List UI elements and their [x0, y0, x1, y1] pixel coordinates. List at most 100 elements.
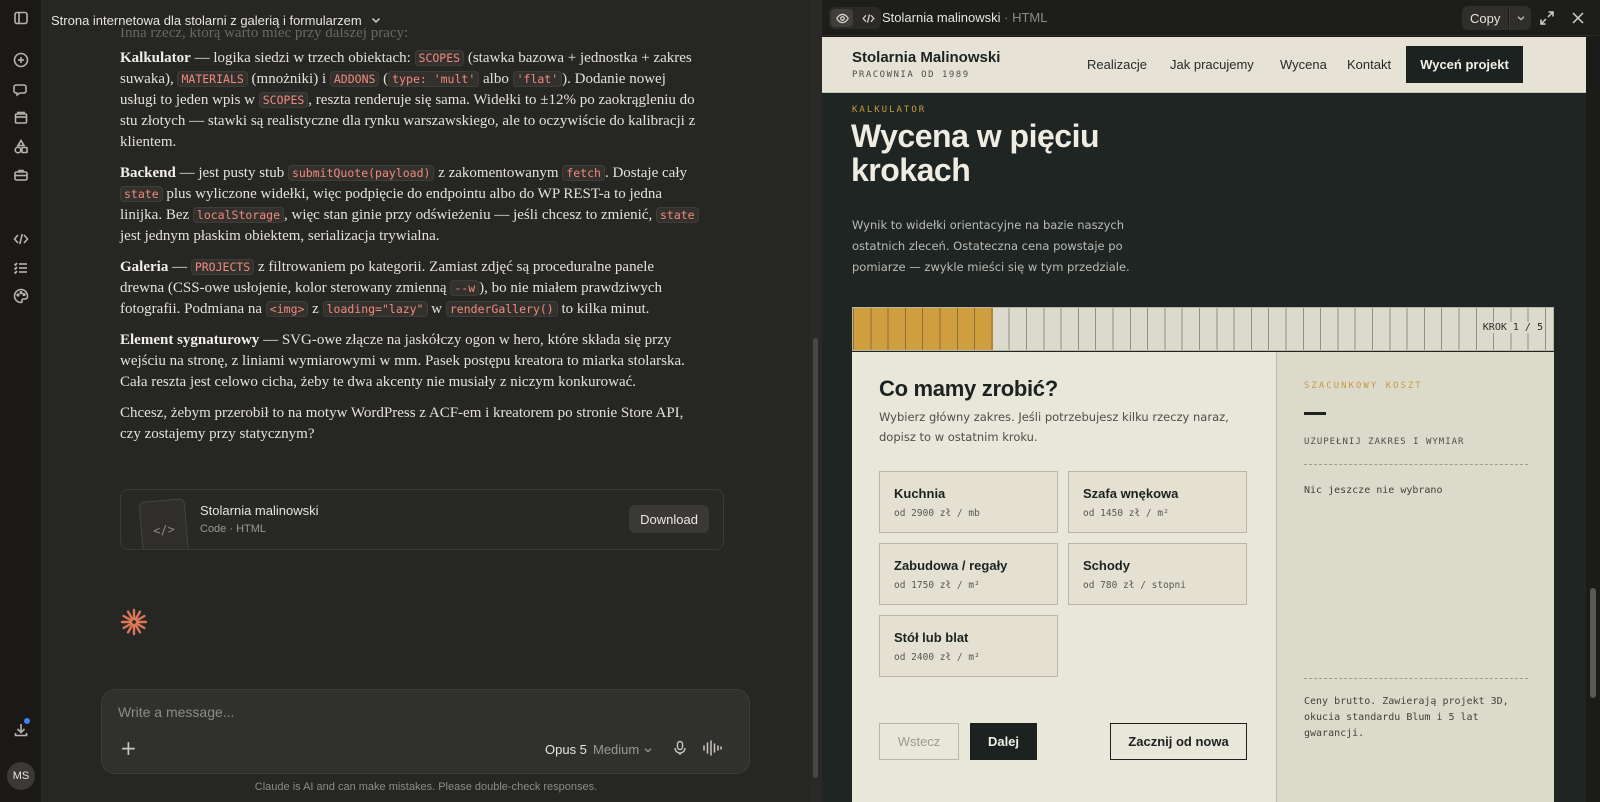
spark-icon [120, 608, 148, 636]
mic-icon[interactable] [672, 740, 688, 756]
artifacts-icon[interactable] [11, 137, 31, 157]
copy-button[interactable]: Copy [1462, 6, 1509, 30]
faded-line: Inna rzecz, którą warto mieć przy dalsze… [120, 28, 409, 40]
next-button[interactable]: Dalej [970, 723, 1037, 760]
tasks-icon[interactable] [11, 258, 31, 278]
section-title: Wycena w pięciu krokach [851, 118, 1100, 188]
option-zabudowa-regaly[interactable]: Zabudowa / regały od 1750 zł / m² [879, 543, 1058, 605]
download-button[interactable]: Download [629, 505, 709, 533]
paragraph-lead: Element sygnaturowy [120, 332, 260, 348]
option-name: Szafa wnękowa [1083, 486, 1179, 501]
option-name: Schody [1083, 558, 1130, 573]
tools-icon[interactable] [11, 165, 31, 185]
option-name: Stół lub blat [894, 630, 969, 645]
text-run: jest jednym płaskim obiektem, serializac… [120, 228, 440, 244]
option-price: od 1450 zł / m² [1083, 508, 1169, 519]
section-lead: Wynik to widełki orientacyjne na bazie n… [852, 218, 1130, 274]
message-paragraph: Galeria — PROJECTS z filtrowaniem po kat… [120, 257, 700, 320]
text-run: (mnożniki) i [247, 71, 330, 87]
estimate-kicker: SZACUNKOWY KOSZT [1304, 381, 1423, 391]
expand-icon[interactable] [1539, 10, 1555, 26]
inline-code: --w [450, 280, 480, 296]
option-schody[interactable]: Schody od 780 zł / stopni [1068, 543, 1247, 605]
paragraph-lead: Kalkulator [120, 50, 191, 66]
inline-code: renderGallery() [445, 301, 558, 317]
artifact-scrollbar[interactable] [1586, 37, 1600, 802]
text-run: — [168, 259, 191, 275]
file-meta: Code · HTML [200, 523, 267, 535]
projects-icon[interactable] [11, 108, 31, 128]
option-szafa-wnekowa[interactable]: Szafa wnękowa od 1450 zł / m² [1068, 471, 1247, 533]
effort-label: Medium [593, 742, 640, 757]
inline-code: SCOPES [258, 92, 309, 108]
code-view-toggle[interactable] [857, 9, 879, 27]
message-input[interactable] [118, 704, 518, 720]
artifact-name: Stolarnia malinowski [882, 10, 1001, 25]
site-brand[interactable]: Stolarnia Malinowski [852, 49, 1000, 66]
section-kicker: KALKULATOR [852, 105, 927, 115]
view-toggle [829, 7, 881, 29]
left-rail: MS [0, 0, 42, 802]
inline-code: fetch [562, 165, 605, 181]
effort-selector[interactable]: Medium [593, 742, 653, 757]
voice-icon[interactable] [702, 740, 722, 756]
preview-toggle[interactable] [831, 9, 853, 27]
new-chat-icon[interactable] [11, 50, 31, 70]
calculator-step: Co mamy zrobić? Wybierz główny zakres. J… [852, 352, 1276, 802]
step-counter: KROK 1 / 5 [1480, 322, 1545, 333]
quote-project-button[interactable]: Wyceń projekt [1406, 46, 1523, 83]
chevron-down-icon [1517, 16, 1524, 21]
chat-title-dropdown[interactable]: Strona internetowa dla stolarni z galeri… [51, 11, 382, 29]
artifact-file-card[interactable]: </> Stolarnia malinowski Code · HTML Dow… [120, 489, 724, 550]
copy-options-button[interactable] [1509, 6, 1531, 30]
text-run: ( [379, 71, 389, 87]
code-file-icon: </> [138, 498, 190, 549]
palette-icon[interactable] [11, 286, 31, 306]
text-run: . Dostaje cały [604, 165, 687, 181]
text-run: — jest pusty stub [175, 165, 288, 181]
inline-code: ADDONS [329, 71, 380, 87]
model-selector[interactable]: Opus 5 [545, 742, 587, 757]
inline-code: PROJECTS [190, 259, 255, 275]
artifact-scrollbar-thumb[interactable] [1590, 588, 1596, 698]
option-price: od 780 zł / stopni [1083, 580, 1186, 591]
back-button[interactable]: Wstecz [879, 723, 959, 760]
chat-scrollbar-thumb[interactable] [813, 338, 818, 778]
option-price: od 1750 zł / m² [894, 580, 980, 591]
nav-link-wycena[interactable]: Wycena [1280, 57, 1327, 72]
artifact-type: HTML [1012, 10, 1048, 25]
message-paragraph: Kalkulator — logika siedzi w trzech obie… [120, 48, 700, 153]
selection-empty: Nic jeszcze nie wybrano [1304, 485, 1443, 496]
paragraph-lead: Backend [120, 165, 176, 181]
notification-dot [24, 718, 30, 724]
chat-scrollbar[interactable] [810, 0, 822, 802]
close-icon[interactable] [1570, 10, 1586, 26]
add-attachment-button[interactable]: + [120, 738, 137, 758]
inline-code: type: 'mult' [388, 71, 480, 87]
option-price: od 2900 zł / mb [894, 508, 980, 519]
estimate-value: — [1304, 412, 1326, 415]
divider [1304, 464, 1528, 465]
text-run: Chcesz, żebym przerobił to na motyw Word… [120, 405, 684, 442]
inline-code: state [120, 186, 163, 202]
nav-link-realizacje[interactable]: Realizacje [1087, 57, 1147, 72]
sidebar-toggle-icon[interactable] [11, 8, 31, 28]
nav-link-jak-pracujemy[interactable]: Jak pracujemy [1170, 57, 1254, 72]
avatar[interactable]: MS [7, 762, 35, 790]
option-name: Zabudowa / regały [894, 558, 1008, 573]
option-kuchnia[interactable]: Kuchnia od 2900 zł / mb [879, 471, 1058, 533]
nav-link-kontakt[interactable]: Kontakt [1347, 57, 1391, 72]
inline-code: loading="lazy" [322, 301, 428, 317]
option-stol-lub-blat[interactable]: Stół lub blat od 2400 zł / m² [879, 615, 1058, 677]
code-icon[interactable] [11, 229, 31, 249]
eye-icon [835, 13, 849, 23]
text-run: z [308, 301, 323, 317]
estimate-summary: SZACUNKOWY KOSZT — UZUPEŁNIJ ZAKRES I WY… [1276, 352, 1554, 802]
chats-icon[interactable] [11, 79, 31, 99]
artifact-title: Stolarnia malinowski · HTML [882, 10, 1047, 25]
reset-button[interactable]: Zacznij od nowa [1110, 723, 1247, 760]
step-progress-ruler: KROK 1 / 5 [852, 307, 1554, 351]
inline-code: 'flat' [512, 71, 563, 87]
site-brand-sub: PRACOWNIA OD 1989 [852, 70, 970, 80]
code-view-icon [861, 13, 875, 23]
